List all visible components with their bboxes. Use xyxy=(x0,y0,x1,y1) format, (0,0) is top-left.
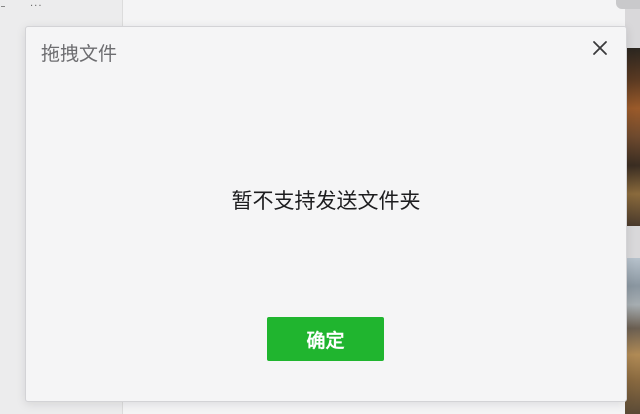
close-button[interactable] xyxy=(589,37,611,59)
background-photo-thumbnail xyxy=(625,258,640,414)
dialog-message: 暂不支持发送文件夹 xyxy=(231,189,421,213)
window-edge-mark xyxy=(1,6,5,10)
close-icon xyxy=(593,41,607,55)
background-image-top xyxy=(616,0,640,9)
more-options-icon[interactable]: ··· xyxy=(30,1,43,12)
drag-file-dialog: 拖拽文件 暂不支持发送文件夹 确定 xyxy=(25,26,627,402)
dialog-title: 拖拽文件 xyxy=(41,43,118,65)
confirm-button[interactable]: 确定 xyxy=(267,317,384,361)
background-photo-thumbnail xyxy=(625,48,640,226)
